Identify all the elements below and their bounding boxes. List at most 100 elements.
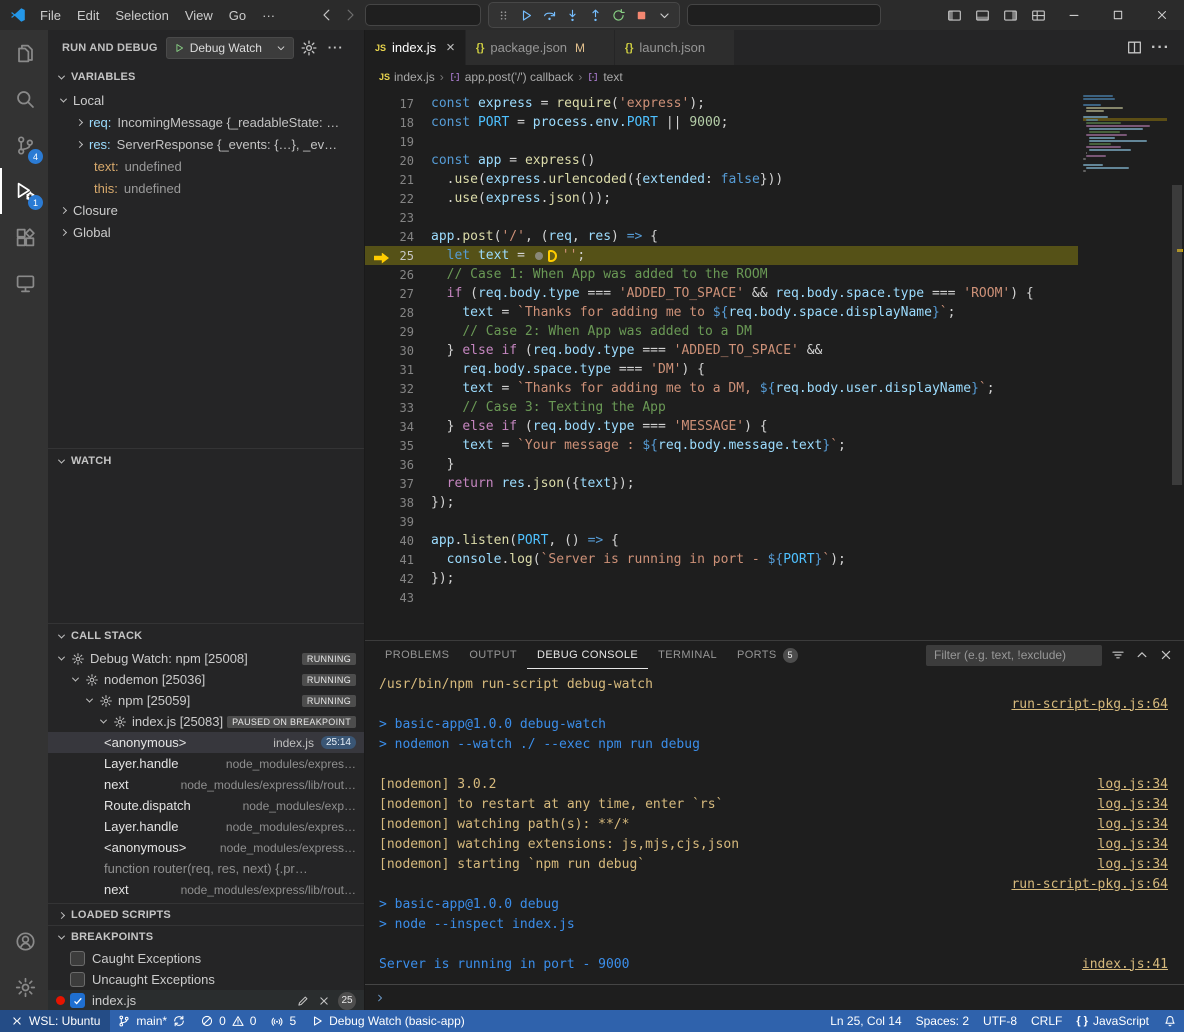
code-line[interactable]: 41 console.log(`Server is running in por…	[365, 550, 1078, 569]
editor-more-actions-button[interactable]: ···	[1147, 39, 1174, 57]
debug-config-dropdown[interactable]: Debug Watch	[166, 37, 294, 59]
console-source-link[interactable]: log.js:34	[1098, 817, 1168, 832]
split-editor-icon[interactable]	[1126, 39, 1143, 56]
call-stack-section-header[interactable]: CALL STACK	[48, 624, 364, 648]
activitybar-explorer[interactable]	[0, 30, 48, 76]
line-number[interactable]: 38	[365, 496, 431, 510]
command-center-search[interactable]	[687, 4, 881, 26]
line-number[interactable]: 27	[365, 287, 431, 301]
code-line[interactable]: 38});	[365, 493, 1078, 512]
panel-tab-output[interactable]: OUTPUT	[459, 641, 527, 669]
console-source-link[interactable]: run-script-pkg.js:64	[1011, 697, 1168, 712]
close-button[interactable]	[1140, 0, 1184, 30]
stack-frame[interactable]: Layer.handlenode_modules/expres…	[48, 753, 364, 774]
line-number[interactable]: 21	[365, 173, 431, 187]
stack-frame[interactable]: Layer.handlenode_modules/expres…	[48, 816, 364, 837]
code-line[interactable]: 29 // Case 2: When App was added to a DM	[365, 322, 1078, 341]
step-over-button[interactable]	[539, 5, 560, 25]
stack-frame[interactable]: function router(req, res, next) {.pr…	[48, 858, 364, 879]
line-number[interactable]: 28	[365, 306, 431, 320]
statusbar-indentation[interactable]: Spaces: 2	[909, 1010, 976, 1032]
breakpoint-checkbox[interactable]	[70, 993, 85, 1008]
stop-dropdown[interactable]	[654, 5, 675, 25]
statusbar-notifications[interactable]	[1156, 1010, 1184, 1032]
variable-res[interactable]: res:ServerResponse {_events: {…}, _ev…	[48, 133, 364, 155]
code-line[interactable]: 19	[365, 132, 1078, 151]
statusbar-git-branch[interactable]: main*	[110, 1010, 193, 1032]
filter-icon[interactable]	[1110, 647, 1126, 663]
activitybar-settings[interactable]	[0, 964, 48, 1010]
code-line[interactable]: 37 return res.json({text});	[365, 474, 1078, 493]
breadcrumb-item[interactable]: JSindex.js	[379, 70, 435, 84]
activitybar-source-control[interactable]: 4	[0, 122, 48, 168]
statusbar-problems[interactable]: 00	[193, 1010, 263, 1032]
views-more-actions-button[interactable]: ···	[324, 40, 348, 55]
activitybar-search[interactable]	[0, 76, 48, 122]
console-source-link[interactable]: log.js:34	[1098, 777, 1168, 792]
breakpoint-checkbox[interactable]	[70, 951, 85, 966]
console-source-link[interactable]: log.js:34	[1098, 797, 1168, 812]
variable-text[interactable]: text:undefined	[48, 155, 364, 177]
code-line[interactable]: 42});	[365, 569, 1078, 588]
scope-global[interactable]: Global	[48, 221, 364, 243]
toggle-secondary-sidebar[interactable]	[996, 0, 1024, 30]
step-into-button[interactable]	[562, 5, 583, 25]
step-out-button[interactable]	[585, 5, 606, 25]
breakpoint-index.js[interactable]: index.js25	[48, 990, 364, 1010]
breakpoints-section-header[interactable]: BREAKPOINTS	[48, 926, 364, 948]
code-editor[interactable]: 17const express = require('express');18c…	[365, 89, 1184, 640]
activitybar-extensions[interactable]	[0, 214, 48, 260]
line-number[interactable]: 18	[365, 116, 431, 130]
line-number[interactable]: 39	[365, 515, 431, 529]
menu-go[interactable]: Go	[221, 5, 254, 26]
line-number[interactable]: 24	[365, 230, 431, 244]
code-line[interactable]: 18const PORT = process.env.PORT || 9000;	[365, 113, 1078, 132]
code-line[interactable]: 31 req.body.space.type === 'DM') {	[365, 360, 1078, 379]
line-number[interactable]: 33	[365, 401, 431, 415]
debug-session[interactable]: index.js [25083]PAUSED ON BREAKPOINT	[48, 711, 364, 732]
statusbar-encoding[interactable]: UTF-8	[976, 1010, 1024, 1032]
statusbar-language-mode[interactable]: { }JavaScript	[1069, 1010, 1156, 1032]
command-center-secondary[interactable]	[365, 4, 481, 26]
line-number[interactable]: 23	[365, 211, 431, 225]
scope-closure[interactable]: Closure	[48, 199, 364, 221]
console-source-link[interactable]: log.js:34	[1098, 837, 1168, 852]
close-icon[interactable]: ×	[446, 39, 455, 56]
line-number[interactable]: 40	[365, 534, 431, 548]
statusbar-eol[interactable]: CRLF	[1024, 1010, 1069, 1032]
variable-this[interactable]: this:undefined	[48, 177, 364, 199]
configure-gear-icon[interactable]	[300, 39, 318, 57]
code-line[interactable]: 22 .use(express.json());	[365, 189, 1078, 208]
back-arrow-button[interactable]	[319, 7, 335, 23]
menu-more[interactable]: ···	[254, 5, 283, 26]
tab-launch.json[interactable]: {}launch.json×	[615, 30, 735, 65]
code-line[interactable]: 35 text = `Your message : ${req.body.mes…	[365, 436, 1078, 455]
menu-selection[interactable]: Selection	[107, 5, 176, 26]
line-number[interactable]: 43	[365, 591, 431, 605]
code-line[interactable]: 43	[365, 588, 1078, 607]
debug-session[interactable]: npm [25059]RUNNING	[48, 690, 364, 711]
panel-tab-terminal[interactable]: TERMINAL	[648, 641, 727, 669]
panel-tab-problems[interactable]: PROBLEMS	[375, 641, 459, 669]
console-source-link[interactable]: run-script-pkg.js:64	[1011, 877, 1168, 892]
statusbar-remote-indicator[interactable]: WSL: Ubuntu	[0, 1010, 110, 1032]
code-line[interactable]: 25 let text = '';	[365, 246, 1078, 265]
code-line[interactable]: 26 // Case 1: When App was added to the …	[365, 265, 1078, 284]
line-number[interactable]: 36	[365, 458, 431, 472]
debug-session[interactable]: Debug Watch: npm [25008]RUNNING	[48, 648, 364, 669]
drag-handle[interactable]	[493, 5, 514, 25]
variable-req[interactable]: req:IncomingMessage {_readableState: …	[48, 111, 364, 133]
editor-scrollbar[interactable]	[1170, 89, 1184, 640]
toggle-primary-sidebar[interactable]	[940, 0, 968, 30]
line-number[interactable]: 25	[365, 249, 431, 263]
breadcrumb-item[interactable]: text	[587, 70, 622, 84]
statusbar-ports-forwarded[interactable]: 5	[263, 1010, 303, 1032]
breakpoint-checkbox[interactable]	[70, 972, 85, 987]
activitybar-remote-explorer[interactable]	[0, 260, 48, 306]
minimize-button[interactable]	[1052, 0, 1096, 30]
statusbar-cursor-position[interactable]: Ln 25, Col 14	[823, 1010, 908, 1032]
menu-view[interactable]: View	[177, 5, 221, 26]
code-line[interactable]: 33 // Case 3: Texting the App	[365, 398, 1078, 417]
remove-breakpoint-icon[interactable]	[317, 994, 331, 1008]
console-source-link[interactable]: index.js:41	[1082, 957, 1168, 972]
